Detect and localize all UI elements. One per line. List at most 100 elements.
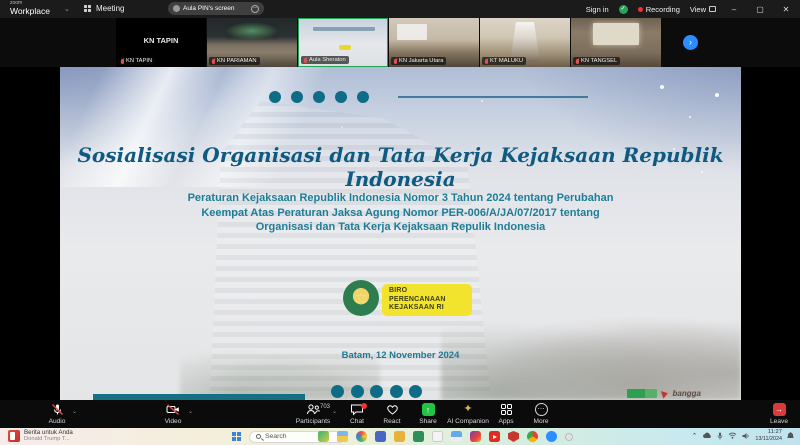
slide-background-art: [660, 85, 664, 89]
bangga-logo-text: bangga: [673, 389, 701, 398]
sign-in-button[interactable]: Sign in: [586, 5, 609, 14]
minimize-window-button[interactable]: –: [726, 5, 742, 14]
file-explorer-icon[interactable]: [337, 431, 348, 442]
leave-button[interactable]: → Leave: [757, 403, 800, 425]
participant-label-text: Aula Sheraton: [309, 57, 346, 63]
clock-date: 13/11/2024: [755, 436, 782, 443]
participant-label-text: KN TANGSEL: [581, 58, 617, 64]
more-label: More: [533, 418, 548, 425]
windows-start-button[interactable]: [232, 432, 241, 441]
zoom-app-icon[interactable]: [546, 431, 557, 442]
bangga-wing-icon: [660, 389, 668, 398]
badge-line: PERENCANAAN: [389, 296, 472, 305]
news-widget[interactable]: Berita untuk Anda Donald Trump T...: [8, 429, 73, 443]
presentation-slide: Sosialisasi Organisasi dan Tata Kerja Ke…: [60, 67, 741, 400]
onedrive-cloud-icon[interactable]: [702, 432, 712, 439]
weather-app-icon[interactable]: [318, 431, 329, 442]
tab-shared-screen[interactable]: Aula PIN's screen −: [168, 2, 264, 15]
chat-button[interactable]: Chat: [337, 403, 377, 425]
video-thumbnail-kn-jakarta-utara[interactable]: KN Jakarta Utara: [389, 18, 479, 67]
participant-label-text: KN TAPIN: [126, 58, 152, 64]
next-page-arrow-button[interactable]: ›: [683, 35, 698, 50]
subtitle-line: Peraturan Kejaksaan Republik Indonesia N…: [60, 191, 741, 206]
tab-meeting[interactable]: Meeting: [84, 4, 124, 13]
video-thumbnail-kn-tapin[interactable]: KN TAPIN KN TAPIN: [116, 18, 206, 67]
slide-title: Sosialisasi Organisasi dan Tata Kerja Ke…: [60, 143, 741, 191]
participant-label-text: KN Jakarta Utara: [399, 58, 443, 64]
minimize-tab-icon[interactable]: −: [251, 5, 259, 13]
notifications-bell-icon[interactable]: [787, 432, 794, 439]
video-button[interactable]: Video ⌄: [151, 403, 195, 425]
meeting-grid-icon: [84, 5, 92, 13]
react-label: React: [383, 418, 400, 425]
widget-headline: Berita untuk Anda: [24, 429, 73, 436]
decorative-line: [398, 96, 588, 98]
chevron-down-icon[interactable]: ⌄: [64, 5, 70, 13]
badge-line: BIRO: [389, 287, 472, 296]
mic-tray-icon[interactable]: [717, 432, 723, 440]
muted-mic-icon: [212, 59, 215, 64]
tray-app-icon[interactable]: [565, 433, 573, 441]
biro-perencanaan-badge: BIRO PERENCANAAN KEJAKSAAN RI: [382, 284, 472, 316]
edge-browser-icon[interactable]: [356, 431, 367, 442]
participant-label: KN Jakarta Utara: [391, 57, 446, 65]
video-thumbnail-kt-maluku[interactable]: KT MALUKU: [480, 18, 570, 67]
share-label: Share: [419, 418, 437, 425]
shared-screen-tab-label: Aula PIN's screen: [183, 5, 248, 12]
video-filmstrip: KN TAPIN KN TAPIN KN PARIAMAN Aula Shera…: [0, 18, 800, 67]
security-shield-icon[interactable]: ✓: [619, 5, 628, 14]
notepad-icon[interactable]: [432, 431, 443, 442]
tray-expand-chevron-icon[interactable]: ⌃: [692, 432, 698, 440]
speaker-icon[interactable]: [742, 432, 750, 440]
brand-workplace: Workplace: [10, 7, 50, 16]
muted-mic-icon: [576, 59, 579, 64]
audio-options-chevron-icon[interactable]: ⌄: [72, 408, 77, 415]
wifi-icon[interactable]: [728, 432, 737, 439]
video-thumbnail-aula-sheraton-active-speaker[interactable]: Aula Sheraton: [298, 18, 388, 67]
excel-icon[interactable]: [413, 431, 424, 442]
search-placeholder: Search: [265, 433, 287, 440]
muted-mic-icon: [121, 59, 124, 64]
widget-subheadline: Donald Trump T...: [24, 436, 73, 443]
meeting-tab-label: Meeting: [96, 4, 124, 13]
apps-button[interactable]: Apps: [486, 403, 526, 425]
taskbar-pinned-apps: [318, 431, 573, 442]
muted-mic-icon: [394, 59, 397, 64]
audio-button[interactable]: Audio ⌄: [35, 403, 79, 425]
participants-count: 703: [320, 404, 330, 410]
more-button[interactable]: ⋯ More: [521, 403, 561, 425]
instagram-icon[interactable]: [470, 431, 481, 442]
teams-icon[interactable]: [375, 431, 386, 442]
folder-icon[interactable]: [394, 431, 405, 442]
apps-icon: [500, 403, 513, 416]
video-thumbnail-kn-tangsel[interactable]: KN TANGSEL: [571, 18, 661, 67]
mail-icon[interactable]: [451, 431, 462, 442]
mcafee-shield-icon[interactable]: [508, 431, 519, 442]
participants-button[interactable]: Participants 703 ⌄: [288, 403, 338, 425]
view-label: View: [690, 5, 706, 14]
maximize-window-button[interactable]: ▢: [752, 5, 768, 14]
video-thumbnail-kn-pariaman[interactable]: KN PARIAMAN: [207, 18, 297, 67]
participant-name-text: KN TAPIN: [116, 36, 206, 45]
share-screen-icon: ↑: [422, 403, 435, 416]
video-options-chevron-icon[interactable]: ⌄: [188, 408, 193, 415]
system-tray: ⌃ 11:27 13/11/2024: [692, 429, 794, 442]
search-icon: [256, 434, 261, 439]
chrome-icon[interactable]: [527, 431, 538, 442]
slide-subtitle: Peraturan Kejaksaan Republik Indonesia N…: [60, 191, 741, 235]
meeting-toolbar: Audio ⌄ Video ⌄ Participants 703 ⌄: [0, 400, 800, 428]
youtube-icon[interactable]: [489, 431, 500, 442]
react-button[interactable]: React: [372, 403, 412, 425]
participants-icon: [306, 403, 321, 416]
view-button[interactable]: View: [690, 5, 716, 14]
zoom-meeting-window: zoom Workplace ⌄ Meeting Aula PIN's scre…: [0, 0, 800, 445]
heart-icon: [386, 403, 399, 416]
close-window-button[interactable]: ✕: [778, 5, 794, 14]
participant-label: KN TANGSEL: [573, 57, 620, 65]
participant-label: Aula Sheraton: [301, 56, 349, 64]
taskbar-clock[interactable]: 11:27 13/11/2024: [755, 429, 782, 442]
chat-notification-badge: [361, 403, 367, 409]
participant-label: KN TAPIN: [118, 57, 155, 65]
camera-off-icon: [166, 403, 180, 416]
subtitle-line: Organisasi dan Tata Kerja Kejaksaan Repu…: [60, 220, 741, 235]
